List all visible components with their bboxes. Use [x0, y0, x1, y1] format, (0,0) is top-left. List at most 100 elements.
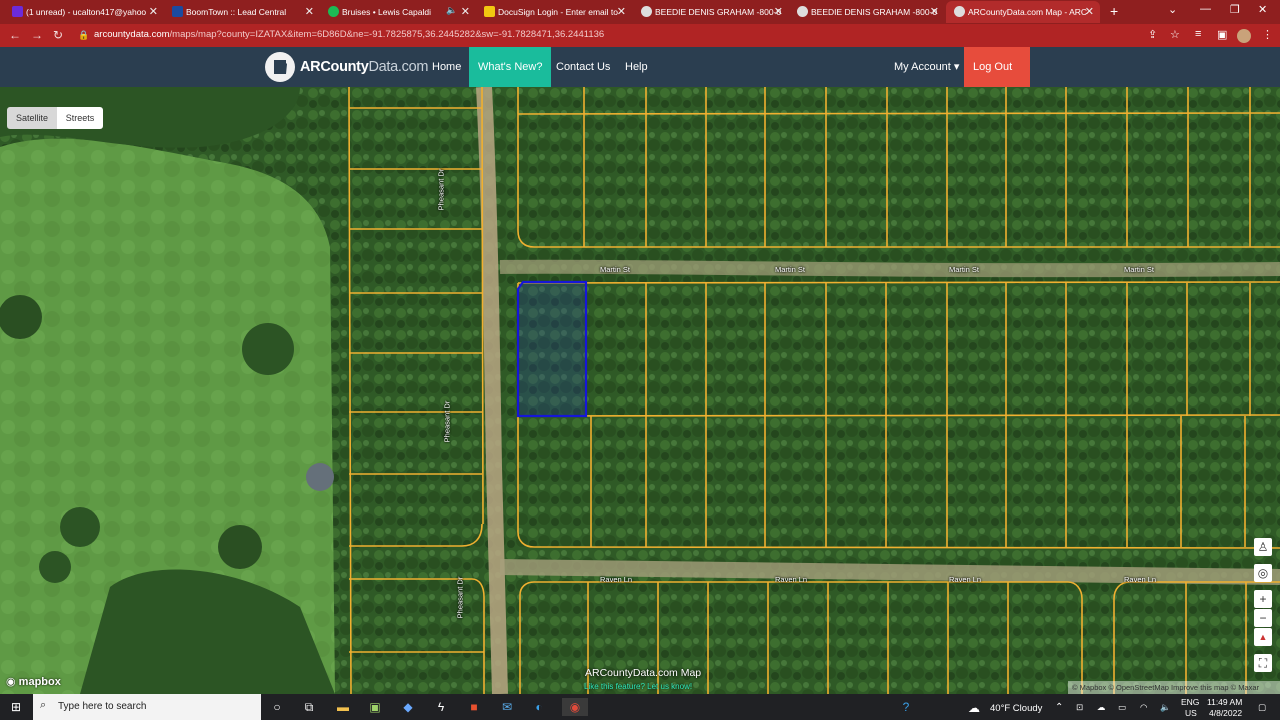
close-tab-icon[interactable]: ✕: [617, 5, 626, 18]
dropbox-icon[interactable]: ◆: [399, 698, 417, 716]
street-label-raven: Raven Ln: [775, 575, 808, 584]
back-arrow-icon[interactable]: ←: [9, 28, 21, 42]
street-label-pheasant: Pheasant Dr: [455, 576, 465, 619]
tab-spotify[interactable]: Bruises • Lewis Capaldi 🔈 ✕: [328, 1, 470, 23]
tab-title: BEEDIE DENIS GRAHAM -800-0: [811, 7, 938, 17]
bookmark-star-icon[interactable]: ☆: [1170, 28, 1180, 41]
close-window-icon[interactable]: ✕: [1258, 3, 1267, 16]
office-icon[interactable]: ■: [465, 698, 483, 716]
mapbox-logo[interactable]: ◉ mapbox: [6, 675, 61, 688]
side-panel-icon[interactable]: ▣: [1217, 28, 1227, 41]
close-tab-icon[interactable]: ✕: [1085, 5, 1094, 18]
windows-start-icon[interactable]: ⊞: [7, 698, 25, 716]
speaker-icon[interactable]: 🔈: [446, 5, 457, 16]
map-canvas[interactable]: Satellite Streets Martin St Martin St Ma…: [0, 87, 1280, 694]
street-label-pheasant: Pheasant Dr: [442, 400, 452, 443]
help-globe-icon[interactable]: ?: [897, 698, 915, 716]
nav-contact-us[interactable]: Contact Us: [547, 47, 619, 87]
edge-icon[interactable]: ◐: [530, 698, 548, 716]
site-logo[interactable]: ARCountyData.com: [300, 59, 428, 75]
street-label-raven: Raven Ln: [1124, 575, 1157, 584]
url-field[interactable]: arcountydata.com/maps/map?county=IZATAX&…: [94, 29, 604, 40]
display-icon[interactable]: ▭: [1118, 702, 1126, 713]
globe-favicon-icon: [954, 6, 965, 17]
new-tab-button[interactable]: +: [1110, 3, 1118, 19]
weather-text[interactable]: 40°F Cloudy: [990, 703, 1042, 714]
logo-suffix: Data.com: [368, 59, 429, 75]
minimize-icon[interactable]: —: [1200, 3, 1211, 15]
pegman-icon[interactable]: ♙: [1254, 538, 1272, 556]
mapbox-mark-icon: ◉: [6, 676, 16, 688]
volume-icon[interactable]: 🔈: [1160, 702, 1171, 713]
reading-list-icon[interactable]: ≡: [1195, 28, 1201, 40]
language-bottom[interactable]: US: [1185, 708, 1197, 718]
store-icon[interactable]: ▣: [366, 698, 384, 716]
tab-arcountydata[interactable]: ARCountyData.com Map - ARC ✕: [946, 1, 1100, 23]
notifications-icon[interactable]: ▢: [1258, 702, 1266, 713]
url-host: arcountydata.com: [94, 29, 170, 40]
nav-whats-new[interactable]: What's New?: [469, 47, 552, 87]
zoom-out-button[interactable]: −: [1254, 609, 1272, 627]
globe-favicon-icon: [641, 6, 652, 17]
tab-title: BoomTown :: Lead Central: [186, 7, 287, 17]
language-top[interactable]: ENG: [1181, 697, 1199, 707]
chrome-icon[interactable]: ◉: [562, 698, 588, 716]
street-label-raven: Raven Ln: [949, 575, 982, 584]
logo-main: ARCounty: [300, 59, 369, 75]
tab-beedie-2[interactable]: BEEDIE DENIS GRAHAM -800-0 ✕: [797, 1, 939, 23]
search-placeholder: Type here to search: [58, 701, 147, 712]
tab-beedie-1[interactable]: BEEDIE DENIS GRAHAM -800-0 ✕: [641, 1, 783, 23]
close-tab-icon[interactable]: ✕: [305, 5, 314, 18]
profile-avatar[interactable]: [1237, 29, 1251, 43]
weather-cloud-icon[interactable]: ☁: [968, 701, 980, 715]
arkansas-logo-icon[interactable]: [265, 52, 295, 82]
bolt-app-icon[interactable]: ϟ: [432, 698, 450, 716]
feedback-link[interactable]: Like this feature? Let us know!: [584, 682, 692, 691]
street-label-martin: Martin St: [600, 265, 631, 274]
reload-icon[interactable]: ↻: [53, 28, 63, 42]
cortana-icon[interactable]: ○: [268, 698, 286, 716]
nav-help[interactable]: Help: [616, 47, 657, 87]
wifi-icon[interactable]: ◠: [1140, 702, 1147, 713]
tab-docusign[interactable]: DocuSign Login - Enter email to ✕: [484, 1, 626, 23]
streets-layer-button[interactable]: Streets: [57, 107, 103, 129]
tab-yahoo-mail[interactable]: (1 unread) - ucalton417@yahoo ✕: [12, 1, 158, 23]
meet-icon[interactable]: ⊡: [1076, 702, 1083, 713]
compass-icon[interactable]: ▲: [1254, 628, 1272, 646]
taskbar-search[interactable]: ⌕ Type here to search: [33, 694, 261, 720]
restore-icon[interactable]: ❐: [1230, 3, 1240, 16]
close-tab-icon[interactable]: ✕: [149, 5, 158, 18]
spotify-favicon-icon: [328, 6, 339, 17]
geolocate-icon[interactable]: ◎: [1254, 564, 1272, 582]
map-attribution[interactable]: © Mapbox © OpenStreetMap Improve this ma…: [1068, 681, 1280, 694]
nav-my-account[interactable]: My Account ▾: [885, 47, 968, 87]
share-icon[interactable]: ⇪: [1148, 28, 1157, 41]
close-tab-icon[interactable]: ✕: [461, 5, 470, 18]
street-label-martin: Martin St: [949, 265, 980, 274]
boomtown-favicon-icon: [172, 6, 183, 17]
mail-icon[interactable]: ✉: [498, 698, 516, 716]
tab-boomtown[interactable]: BoomTown :: Lead Central ✕: [172, 1, 314, 23]
close-tab-icon[interactable]: ✕: [774, 5, 783, 18]
file-explorer-icon[interactable]: ▬: [334, 698, 352, 716]
feature-title: ARCountyData.com Map: [585, 667, 702, 679]
tray-chevron-icon[interactable]: ⌃: [1055, 702, 1063, 713]
zoom-in-button[interactable]: +: [1254, 590, 1272, 608]
street-label-martin: Martin St: [1124, 265, 1155, 274]
fullscreen-icon[interactable]: ⛶: [1254, 654, 1272, 672]
menu-kebab-icon[interactable]: ⋮: [1262, 28, 1273, 41]
task-view-icon[interactable]: ⧉: [300, 698, 318, 716]
street-label-raven: Raven Ln: [600, 575, 633, 584]
clock-time[interactable]: 11:49 AM: [1207, 697, 1242, 707]
close-tab-icon[interactable]: ✕: [930, 5, 939, 18]
tab-title: DocuSign Login - Enter email to: [498, 7, 619, 17]
nav-log-out[interactable]: Log Out ✎: [964, 47, 1030, 113]
forward-arrow-icon[interactable]: →: [31, 28, 43, 42]
tab-search-icon[interactable]: ⌄: [1168, 3, 1177, 16]
clock-date[interactable]: 4/8/2022: [1209, 708, 1242, 718]
search-icon: ⌕: [40, 699, 47, 711]
satellite-layer-button[interactable]: Satellite: [7, 107, 57, 129]
nav-home[interactable]: Home: [423, 47, 470, 87]
lock-icon[interactable]: 🔒: [78, 30, 89, 41]
onedrive-icon[interactable]: ☁: [1097, 702, 1106, 713]
